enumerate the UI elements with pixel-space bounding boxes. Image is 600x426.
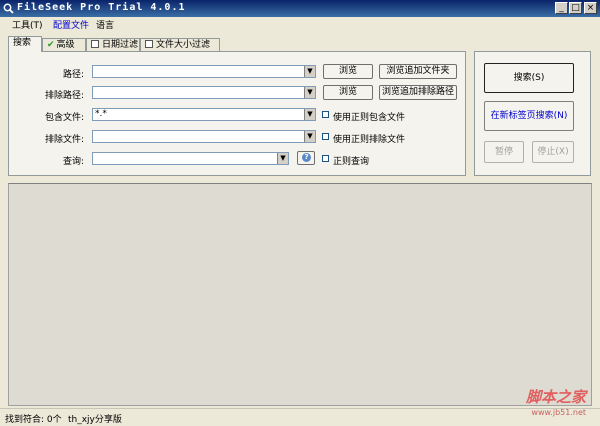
- minimize-icon: _: [559, 3, 564, 13]
- tab-advanced-label: 高级: [56, 40, 75, 50]
- menu-bar: 工具(T) 配置文件 语言: [0, 17, 600, 31]
- exclude-files-label: 排除文件:: [44, 135, 84, 145]
- regex-query-checkbox[interactable]: [322, 155, 329, 162]
- chevron-down-icon[interactable]: ▼: [304, 109, 315, 120]
- browse-exclude-button[interactable]: 浏览: [323, 85, 373, 100]
- chevron-down-icon[interactable]: ▼: [304, 131, 315, 142]
- tab-advanced[interactable]: ✔ 高级: [42, 38, 86, 51]
- pause-button[interactable]: 暂停: [484, 141, 524, 163]
- tab-size-filter-label: 文件大小过滤: [156, 40, 211, 50]
- title-bar: FileSeek Pro Trial 4.0.1 _ □ ×: [0, 0, 600, 17]
- regex-exclude-checkbox[interactable]: [322, 133, 329, 140]
- include-files-value: *.*: [95, 109, 107, 119]
- include-files-combo[interactable]: *.* ▼: [92, 108, 316, 121]
- checkmark-icon: ✔: [47, 40, 55, 50]
- share-status: th_xjy分享版: [68, 415, 122, 425]
- chevron-down-icon[interactable]: ▼: [304, 87, 315, 98]
- matches-status: 找到符合: 0个: [5, 415, 62, 425]
- query-help-button[interactable]: ?: [297, 151, 315, 165]
- stop-button[interactable]: 停止(X): [532, 141, 574, 163]
- tab-date-filter[interactable]: 日期过滤: [86, 38, 140, 51]
- results-area[interactable]: [8, 183, 592, 406]
- exclude-path-combo[interactable]: ▼: [92, 86, 316, 99]
- path-combo[interactable]: ▼: [92, 65, 316, 78]
- tab-date-filter-label: 日期过滤: [102, 40, 139, 50]
- menu-language[interactable]: 语言: [96, 18, 114, 31]
- browse-path-button[interactable]: 浏览: [323, 64, 373, 79]
- help-icon: ?: [302, 153, 311, 162]
- new-tab-search-button[interactable]: 在新标签页搜索(N): [484, 101, 574, 131]
- regex-include-checkbox[interactable]: [322, 111, 329, 118]
- browse-add-folder-button[interactable]: 浏览追加文件夹: [379, 64, 457, 79]
- browse-add-exclude-button[interactable]: 浏览追加排除路径: [379, 85, 457, 100]
- menu-profiles[interactable]: 配置文件: [53, 18, 89, 31]
- include-files-label: 包含文件:: [44, 113, 84, 123]
- query-label: 查询:: [62, 157, 84, 167]
- tab-size-filter[interactable]: 文件大小过滤: [140, 38, 220, 51]
- tab-search[interactable]: 搜索: [8, 36, 42, 52]
- regex-include-label: 使用正则包含文件: [333, 113, 406, 123]
- tab-size-checkbox-icon: [145, 40, 153, 48]
- regex-exclude-label: 使用正则排除文件: [333, 135, 406, 145]
- window-title: FileSeek Pro Trial 4.0.1: [17, 2, 186, 13]
- minimize-button[interactable]: _: [555, 2, 568, 14]
- app-icon: [3, 3, 14, 14]
- status-bar: 找到符合: 0个 th_xjy分享版: [0, 408, 600, 426]
- close-icon: ×: [586, 3, 595, 13]
- query-combo[interactable]: ▼: [92, 152, 289, 165]
- chevron-down-icon[interactable]: ▼: [304, 66, 315, 77]
- regex-query-label: 正则查询: [333, 157, 370, 167]
- menu-tools[interactable]: 工具(T): [12, 18, 43, 31]
- tab-date-checkbox-icon: [91, 40, 99, 48]
- tab-search-label: 搜索: [13, 38, 32, 48]
- maximize-button[interactable]: □: [569, 2, 582, 14]
- watermark-url: www.jb51.net: [531, 408, 586, 417]
- watermark-brand: 脚本之家: [525, 388, 586, 406]
- path-label: 路径:: [62, 70, 84, 80]
- exclude-path-label: 排除路径:: [44, 91, 84, 101]
- maximize-icon: □: [571, 3, 580, 13]
- close-button[interactable]: ×: [584, 2, 597, 14]
- chevron-down-icon[interactable]: ▼: [277, 153, 288, 164]
- exclude-files-combo[interactable]: ▼: [92, 130, 316, 143]
- search-button[interactable]: 搜索(S): [484, 63, 574, 93]
